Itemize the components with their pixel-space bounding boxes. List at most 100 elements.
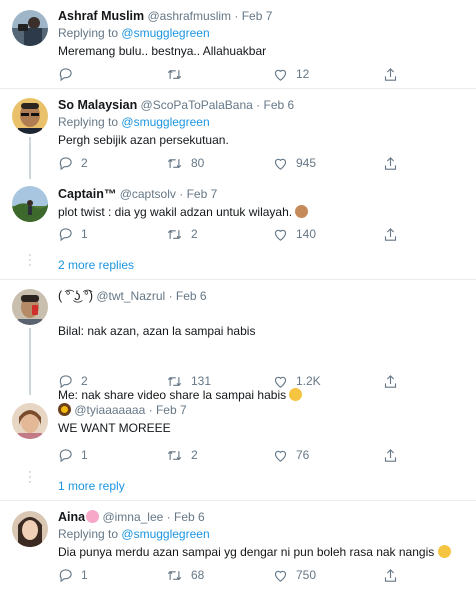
tweet-date[interactable]: Feb 6: [264, 98, 295, 112]
reply-button[interactable]: [58, 65, 81, 83]
share-icon: [384, 568, 397, 582]
avatar[interactable]: [12, 403, 48, 439]
see-no-evil-monkey-icon: [295, 205, 309, 218]
separator-dot: ·: [148, 403, 153, 417]
tweet-aina[interactable]: Aina @imna_lee · Feb 6 Replying to @smug…: [0, 501, 476, 593]
tweet-twt-nazrul[interactable]: ( ͡° ͜ʖ ͡°) @twt_Nazrul · Feb 6 Bilal: n…: [0, 280, 476, 402]
retweet-icon: [167, 376, 182, 386]
author-handle[interactable]: @imna_lee: [102, 510, 163, 524]
reply-button[interactable]: 2: [58, 154, 88, 172]
author-name[interactable]: So Malaysian: [58, 98, 137, 112]
like-count: 750: [296, 568, 317, 582]
like-count: 12: [296, 67, 310, 81]
like-button[interactable]: 76: [273, 446, 309, 464]
heart-icon: [274, 570, 287, 582]
like-button[interactable]: 945: [273, 154, 316, 172]
heart-icon: [274, 450, 287, 462]
like-count: 140: [296, 227, 317, 241]
retweet-icon: [167, 229, 182, 239]
like-button[interactable]: 140: [273, 225, 316, 243]
retweet-button[interactable]: 2: [166, 446, 198, 464]
retweet-icon: [167, 570, 182, 580]
share-button[interactable]: [383, 566, 398, 584]
avatar[interactable]: [12, 511, 48, 547]
replying-to: Replying to @smugglegreen: [58, 25, 466, 41]
retweet-count: 2: [191, 448, 198, 462]
tweet-date[interactable]: Feb 6: [176, 289, 207, 303]
share-button[interactable]: [383, 446, 398, 464]
thread-dots: [27, 254, 33, 269]
retweet-button[interactable]: 68: [166, 566, 204, 584]
retweet-button[interactable]: 131: [166, 372, 211, 390]
reply-icon: [59, 67, 72, 81]
share-button[interactable]: [383, 372, 398, 390]
retweet-button[interactable]: 80: [166, 154, 204, 172]
heart-icon: [274, 229, 287, 241]
share-button[interactable]: [383, 65, 398, 83]
heart-icon: [274, 376, 287, 388]
author-handle[interactable]: @ashrafmuslim: [147, 9, 231, 23]
show-more-replies-link[interactable]: 1 more reply: [58, 479, 125, 493]
tweet-date[interactable]: Feb 7: [187, 187, 218, 201]
retweet-button[interactable]: [166, 65, 191, 83]
tweet-text: WE WANT MOREEE: [58, 421, 171, 435]
separator-dot: ·: [234, 9, 239, 23]
tweet-so-malaysian[interactable]: So Malaysian @ScoPaToPalaBana · Feb 6 Re…: [0, 89, 476, 179]
tweet-date[interactable]: Feb 7: [156, 403, 187, 417]
reply-icon: [59, 227, 72, 241]
tweet-text: plot twist : dia yg wakil adzan untuk wi…: [58, 204, 466, 221]
share-icon: [384, 448, 397, 462]
tweet-captain[interactable]: Captain™ @captsolv · Feb 7 plot twist : …: [0, 178, 476, 250]
tweet-date[interactable]: Feb 6: [174, 510, 205, 524]
retweet-count: 2: [191, 227, 198, 241]
replying-to-label: Replying to: [58, 115, 119, 129]
reply-button[interactable]: 2: [58, 372, 88, 390]
author-handle[interactable]: @tyiaaaaaaa: [74, 403, 145, 417]
thread-line: [29, 137, 31, 179]
author-handle[interactable]: @captsolv: [120, 187, 176, 201]
author-handle[interactable]: @ScoPaToPalaBana: [141, 98, 253, 112]
avatar[interactable]: [12, 98, 48, 134]
reply-button[interactable]: 1: [58, 446, 88, 464]
retweet-count: 131: [191, 374, 212, 388]
author-name[interactable]: Ashraf Muslim: [58, 9, 144, 23]
avatar[interactable]: [12, 10, 48, 46]
tweet-tyiaaaaaaa[interactable]: @tyiaaaaaaa · Feb 7 WE WANT MOREEE 1 2 7…: [0, 394, 476, 467]
retweet-button[interactable]: 2: [166, 225, 198, 243]
like-button[interactable]: 1.2K: [273, 372, 321, 390]
replying-to-label: Replying to: [58, 527, 119, 541]
tweet-ashraf-muslim[interactable]: Ashraf Muslim @ashrafmuslim · Feb 7 Repl…: [0, 0, 476, 88]
reply-button[interactable]: 1: [58, 225, 88, 243]
avatar[interactable]: [12, 186, 48, 222]
share-icon: [384, 67, 397, 81]
loudly-crying-face-icon: [437, 545, 451, 558]
reply-count: 1: [81, 448, 88, 462]
like-button[interactable]: 750: [273, 566, 316, 584]
tweet-date[interactable]: Feb 7: [242, 9, 273, 23]
like-count: 76: [296, 448, 310, 462]
tweet-text-body: plot twist : dia yg wakil adzan untuk wi…: [58, 205, 293, 219]
show-more-replies-link[interactable]: 2 more replies: [58, 258, 134, 272]
reply-icon: [59, 374, 72, 388]
share-button[interactable]: [383, 154, 398, 172]
avatar[interactable]: [12, 289, 48, 325]
share-button[interactable]: [383, 225, 398, 243]
replying-to-mention[interactable]: @smugglegreen: [121, 115, 209, 129]
heart-icon: [274, 69, 287, 81]
like-count: 945: [296, 156, 317, 170]
separator-dot: ·: [179, 187, 184, 201]
replying-to-mention[interactable]: @smugglegreen: [121, 26, 209, 40]
replying-to-mention[interactable]: @smugglegreen: [121, 527, 209, 541]
reply-count: 1: [81, 568, 88, 582]
author-name[interactable]: ( ͡° ͜ʖ ͡°): [58, 289, 93, 303]
author-handle[interactable]: @twt_Nazrul: [96, 289, 165, 303]
like-count: 1.2K: [296, 374, 321, 388]
tweet-text: Dia punya merdu azan sampai yg dengar ni…: [58, 544, 466, 561]
reply-count: 2: [81, 156, 88, 170]
reply-count: 1: [81, 227, 88, 241]
reply-button[interactable]: 1: [58, 566, 88, 584]
thread-dots: [27, 471, 33, 486]
author-name[interactable]: Captain™: [58, 187, 116, 201]
author-name[interactable]: Aina: [58, 510, 85, 524]
like-button[interactable]: 12: [273, 65, 309, 83]
